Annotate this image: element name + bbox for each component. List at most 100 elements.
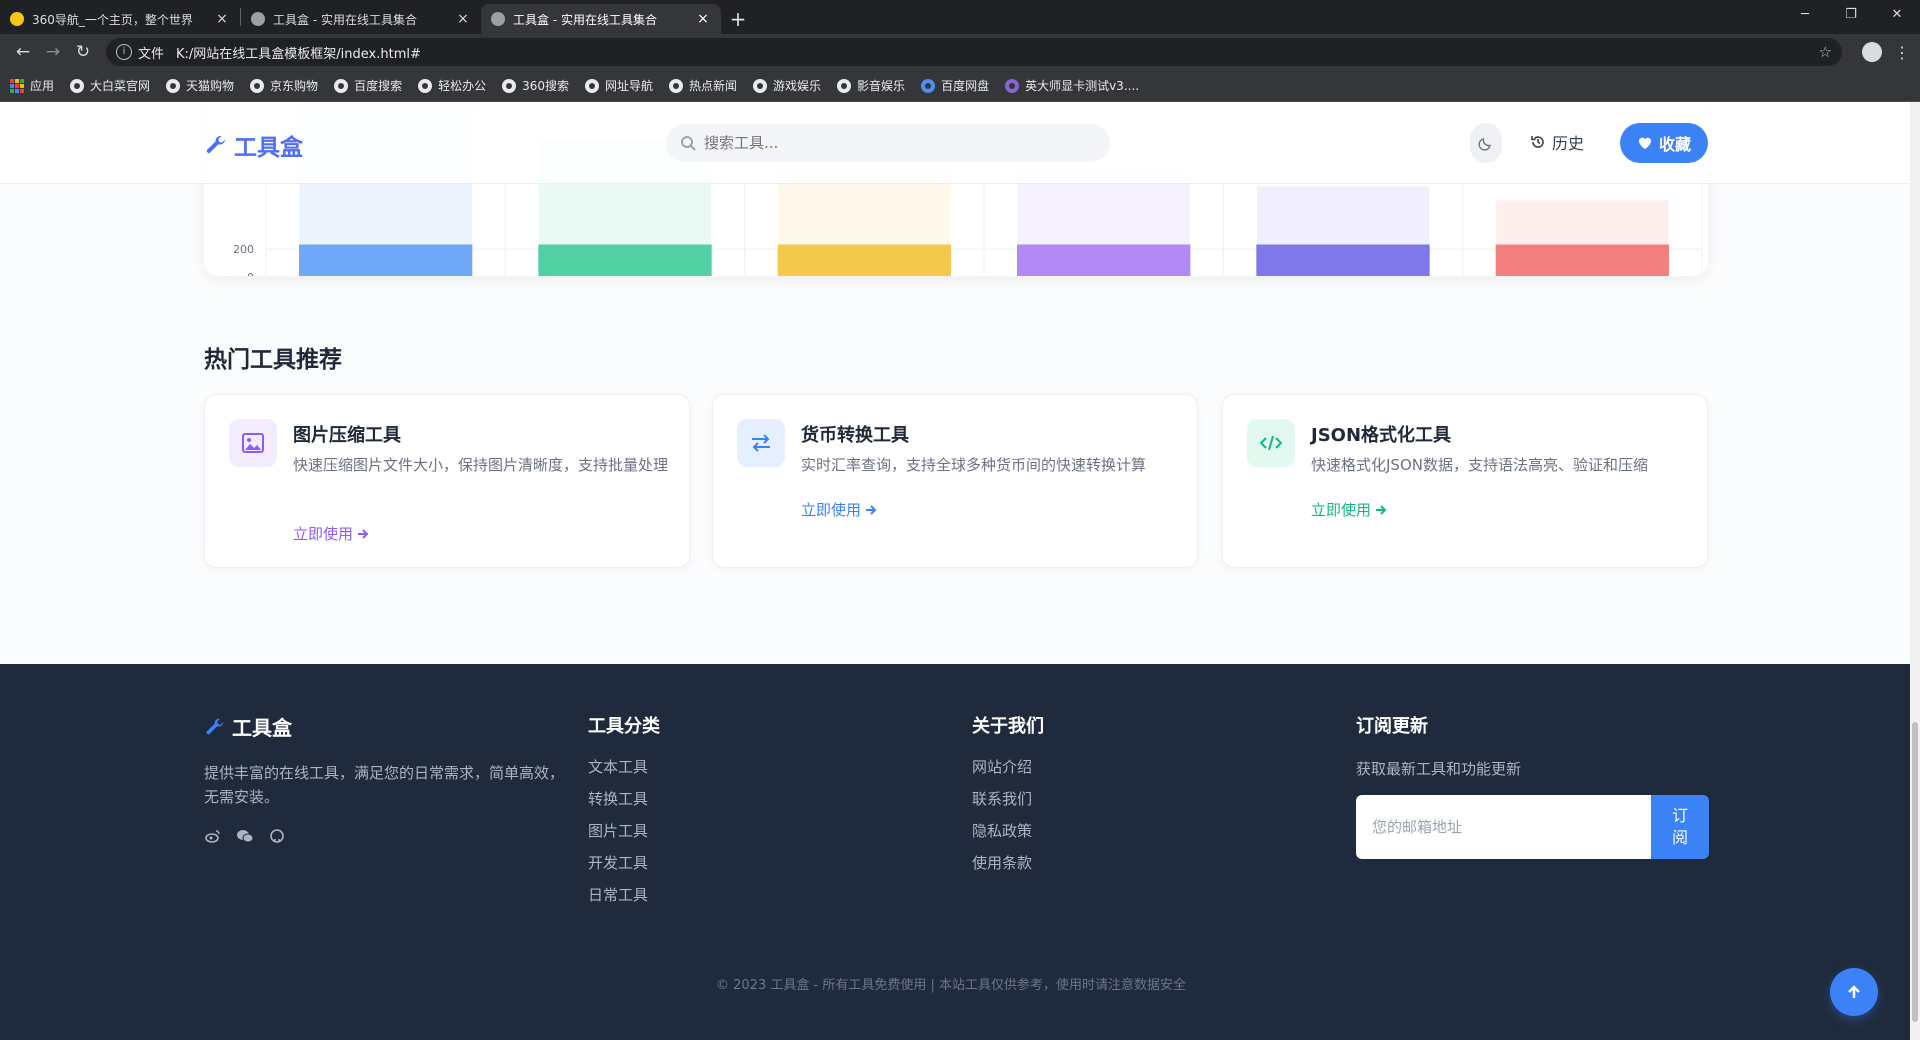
browser-tab-2[interactable]: 工具盒 - 实用在线工具集合 × <box>241 4 481 34</box>
back-arrow-icon[interactable]: ← <box>8 42 38 62</box>
tool-description: 快速格式化JSON数据，支持语法高亮、验证和压缩 <box>1311 456 1648 474</box>
globe-icon <box>585 78 599 93</box>
bookmark-item[interactable]: 百度搜索 <box>334 77 402 94</box>
address-bar[interactable]: i 文件 K:/网站在线工具盒模板框架/index.html# ☆ <box>106 38 1842 66</box>
footer-brand-column: 工具盒 提供丰富的在线工具，满足您的日常需求，简单高效，无需安装。 <box>204 712 564 845</box>
profile-avatar-icon[interactable] <box>1862 42 1882 62</box>
wechat-icon[interactable] <box>236 827 254 845</box>
bookmark-item[interactable]: 京东购物 <box>250 77 318 94</box>
footer-subscribe-text: 获取最新工具和功能更新 <box>1356 760 1522 778</box>
back-to-top-button[interactable] <box>1830 968 1878 1016</box>
footer-link[interactable]: 图片工具 <box>588 820 660 852</box>
footer-subscribe-title: 订阅更新 <box>1356 716 1428 737</box>
chart-bar <box>538 244 712 276</box>
minimize-icon[interactable]: ─ <box>1782 0 1828 30</box>
close-icon[interactable]: × <box>214 11 230 27</box>
site-header: 工具盒 历史 收藏 <box>0 102 1910 184</box>
chart-bar <box>777 244 951 276</box>
bookmark-item[interactable]: 英大师显卡测试v3.... <box>1005 77 1139 94</box>
footer-link[interactable]: 日常工具 <box>588 884 660 916</box>
history-button[interactable]: 历史 <box>1530 130 1584 154</box>
browser-tab-1[interactable]: 360导航_一个主页，整个世界 × <box>0 4 240 34</box>
tool-card-currency[interactable]: 货币转换工具 实时汇率查询，支持全球多种货币间的快速转换计算 立即使用 <box>712 394 1198 568</box>
tool-use-label: 立即使用 <box>801 501 862 519</box>
weibo-icon[interactable] <box>204 827 222 845</box>
footer-logo-text: 工具盒 <box>232 716 292 740</box>
tool-name: 货币转换工具 <box>801 425 909 446</box>
search-box[interactable] <box>666 124 1110 162</box>
bookmark-item[interactable]: 百度网盘 <box>921 77 989 94</box>
close-icon[interactable]: × <box>695 11 711 27</box>
bookmark-item[interactable]: 影音娱乐 <box>837 77 905 94</box>
bookmark-item[interactable]: 网址导航 <box>585 77 653 94</box>
footer-logo[interactable]: 工具盒 <box>204 712 564 741</box>
tool-use-label: 立即使用 <box>293 525 354 543</box>
bookmark-label: 360搜索 <box>522 79 569 93</box>
theme-toggle-button[interactable] <box>1470 123 1502 163</box>
copyright-label: © 2023 工具盒 - 所有工具免费使用 | 本站工具仅供参考，使用时请注意数… <box>716 978 1186 993</box>
subscribe-button[interactable]: 订阅 <box>1651 795 1709 859</box>
footer-link[interactable]: 开发工具 <box>588 852 660 884</box>
tool-use-label: 立即使用 <box>1311 501 1372 519</box>
forward-arrow-icon[interactable]: → <box>38 42 68 62</box>
bookmark-label: 京东购物 <box>270 79 319 93</box>
bookmark-star-icon[interactable]: ☆ <box>1819 43 1832 61</box>
tab-title: 工具盒 - 实用在线工具集合 <box>513 12 657 27</box>
address-url[interactable]: K:/网站在线工具盒模板框架/index.html# <box>176 43 1819 62</box>
footer-link[interactable]: 文本工具 <box>588 756 660 788</box>
globe-icon <box>837 78 852 93</box>
tool-use-link[interactable]: 立即使用 <box>293 523 369 544</box>
site-logo[interactable]: 工具盒 <box>204 128 303 162</box>
more-menu-icon[interactable]: ⋮ <box>1892 43 1912 62</box>
address-scheme: 文件 <box>138 46 165 62</box>
chart-bar <box>1495 244 1669 276</box>
tool-use-link[interactable]: 立即使用 <box>801 499 877 520</box>
plus-icon[interactable]: + <box>721 4 755 34</box>
bookmark-item[interactable]: 天猫购物 <box>166 77 234 94</box>
hot-tools-title: 热门工具推荐 <box>204 347 342 373</box>
info-icon[interactable]: i <box>116 44 132 60</box>
scrollbar-thumb[interactable] <box>1912 722 1918 1022</box>
footer-link[interactable]: 转换工具 <box>588 788 660 820</box>
browser-toolbar: ← → ↻ i 文件 K:/网站在线工具盒模板框架/index.html# ☆ … <box>0 34 1920 70</box>
bookmark-item[interactable]: 360搜索 <box>502 77 569 94</box>
arrow-up-icon <box>1848 985 1860 998</box>
bookmark-item[interactable]: 热点新闻 <box>669 77 737 94</box>
arrow-right-icon <box>358 528 369 539</box>
heart-icon <box>1638 137 1651 149</box>
bookmark-item[interactable]: 轻松办公 <box>418 77 486 94</box>
github-icon[interactable] <box>268 827 286 845</box>
bookmark-item[interactable]: 游戏娱乐 <box>753 77 821 94</box>
browser-tab-3-active[interactable]: 工具盒 - 实用在线工具集合 × <box>481 4 721 34</box>
chart-bar <box>1017 244 1191 276</box>
reload-icon[interactable]: ↻ <box>68 42 98 62</box>
gpu-test-icon <box>1005 78 1020 93</box>
image-icon <box>229 419 277 467</box>
footer-categories-title: 工具分类 <box>588 716 660 737</box>
footer-link[interactable]: 使用条款 <box>972 852 1044 884</box>
tool-card-image-compress[interactable]: 图片压缩工具 快速压缩图片文件大小，保持图片清晰度，支持批量处理 立即使用 <box>204 394 690 568</box>
favorite-button[interactable]: 收藏 <box>1620 123 1708 163</box>
email-input[interactable] <box>1356 795 1651 859</box>
bookmark-apps[interactable]: 应用 <box>10 77 54 94</box>
tool-use-link[interactable]: 立即使用 <box>1311 499 1387 520</box>
globe-icon <box>251 12 265 26</box>
bookmarks-bar: 应用 大白菜官网 天猫购物 京东购物 百度搜索 轻松办公 360搜索 网址导航 … <box>0 70 1920 102</box>
search-icon <box>681 136 696 151</box>
footer-link[interactable]: 联系我们 <box>972 788 1044 820</box>
tool-card-json[interactable]: JSON格式化工具 快速格式化JSON数据，支持语法高亮、验证和压缩 立即使用 <box>1222 394 1708 568</box>
bookmark-item[interactable]: 大白菜官网 <box>70 77 150 94</box>
footer-about-title: 关于我们 <box>972 716 1044 737</box>
globe-icon <box>70 78 85 93</box>
search-input[interactable] <box>704 134 1096 152</box>
page-scrollbar[interactable] <box>1910 102 1920 1040</box>
restore-icon[interactable]: ❐ <box>1828 0 1874 30</box>
footer-link[interactable]: 网站介绍 <box>972 756 1044 788</box>
apps-grid-icon <box>10 78 24 93</box>
copyright-text: © 2023 工具盒 - 所有工具免费使用 | 本站工具仅供参考，使用时请注意数… <box>0 974 1910 993</box>
site-footer: 工具盒 提供丰富的在线工具，满足您的日常需求，简单高效，无需安装。 工具分类 文… <box>0 664 1910 1040</box>
window-close-icon[interactable]: ✕ <box>1874 0 1920 30</box>
close-icon[interactable]: × <box>455 11 471 27</box>
tool-description: 快速压缩图片文件大小，保持图片清晰度，支持批量处理 <box>293 456 669 474</box>
footer-link[interactable]: 隐私政策 <box>972 820 1044 852</box>
